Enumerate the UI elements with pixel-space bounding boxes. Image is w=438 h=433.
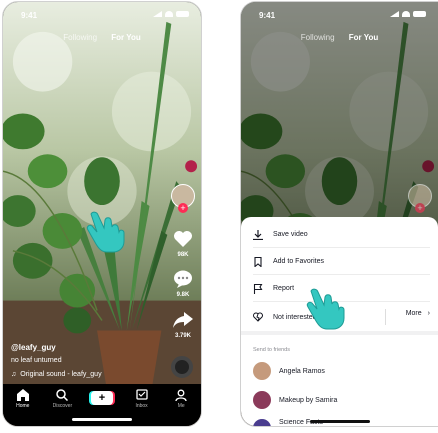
- home-indicator: [309, 420, 370, 423]
- right-phone-screen: 9:41 Following For You + Save video Add …: [240, 1, 438, 427]
- signal-icon: [390, 11, 399, 17]
- flag-icon: [253, 283, 263, 294]
- wifi-icon: [165, 11, 173, 17]
- more-button[interactable]: More ›: [406, 310, 430, 317]
- save-video-row[interactable]: Save video: [253, 222, 430, 248]
- comment-count: 9.8K: [176, 292, 190, 298]
- share-icon: [172, 309, 194, 331]
- nav-inbox[interactable]: Inbox: [125, 389, 159, 409]
- nav-me-label: Me: [177, 403, 185, 409]
- creator-handle[interactable]: @leafy_guy: [11, 343, 56, 352]
- status-time: 9:41: [259, 11, 276, 20]
- chevron-right-icon: ›: [427, 310, 430, 317]
- video-description: no leaf unturned: [11, 357, 62, 364]
- battery-icon: [176, 11, 189, 17]
- save-video-label: Save video: [273, 231, 308, 238]
- creator-avatar: +: [408, 184, 432, 213]
- wifi-icon: [402, 11, 410, 17]
- status-icons: [153, 11, 189, 17]
- nav-me[interactable]: Me: [164, 389, 198, 409]
- nav-home-label: Home: [16, 403, 30, 409]
- battery-icon: [413, 11, 426, 17]
- send-to-friends-label: Send to friends: [253, 347, 290, 353]
- sound-disc[interactable]: [171, 356, 193, 378]
- nav-home[interactable]: Home: [6, 389, 40, 409]
- profile-icon: [164, 389, 198, 401]
- report-label: Report: [273, 285, 295, 292]
- add-to-favorites-row[interactable]: Add to Favorites: [253, 249, 430, 275]
- friend-avatar: [253, 419, 271, 426]
- tab-following[interactable]: Following: [301, 33, 335, 42]
- home-icon: [6, 389, 40, 401]
- bookmark-icon: [254, 256, 262, 267]
- like-count: 98K: [177, 252, 189, 258]
- nav-create[interactable]: +: [85, 389, 119, 405]
- status-time: 9:41: [21, 11, 38, 20]
- status-icons: [390, 11, 426, 17]
- creator-avatar[interactable]: +: [171, 184, 195, 213]
- search-icon: [45, 389, 79, 401]
- follow-plus-icon[interactable]: +: [178, 203, 188, 213]
- home-indicator: [72, 418, 132, 421]
- tab-following[interactable]: Following: [63, 33, 97, 42]
- sound-label: Original sound - leafy_guy: [20, 371, 102, 378]
- comment-icon: [172, 268, 194, 290]
- broken-heart-icon: [253, 312, 263, 322]
- left-phone-screen: 9:41 Following For You + 98K 9.8K 3.79K …: [2, 1, 202, 427]
- friend-name: Angela Ramos: [279, 367, 325, 375]
- download-icon: [253, 229, 263, 240]
- add-to-favorites-label: Add to Favorites: [273, 258, 324, 265]
- nav-discover[interactable]: Discover: [45, 389, 79, 409]
- inbox-icon: [125, 389, 159, 401]
- row-divider: [385, 309, 386, 325]
- create-plus-icon[interactable]: +: [90, 391, 113, 405]
- follow-plus-icon: +: [415, 203, 425, 213]
- tab-for-you[interactable]: For You: [349, 33, 378, 42]
- feed-tabs: Following For You: [241, 33, 438, 42]
- friend-avatar: [253, 391, 271, 409]
- nav-discover-label: Discover: [52, 403, 73, 409]
- hand-pointer-icon: [306, 288, 345, 330]
- section-separator: [241, 331, 438, 335]
- sound-row[interactable]: ♫ Original sound - leafy_guy: [11, 371, 102, 378]
- heart-icon: [172, 228, 194, 250]
- music-note-icon: ♫: [11, 371, 17, 378]
- hand-pointer-icon: [86, 211, 125, 253]
- nav-inbox-label: Inbox: [135, 403, 148, 409]
- tab-for-you[interactable]: For You: [111, 33, 140, 42]
- friend-avatar: [253, 362, 271, 380]
- signal-icon: [153, 11, 162, 17]
- share-count: 3.79K: [174, 333, 191, 339]
- share-button[interactable]: 3.79K: [171, 309, 195, 339]
- comment-button[interactable]: 9.8K: [171, 268, 195, 298]
- friend-name: Makeup by Samira: [279, 396, 338, 404]
- like-button[interactable]: 98K: [171, 228, 195, 258]
- feed-tabs: Following For You: [3, 33, 201, 42]
- more-label: More: [405, 310, 422, 317]
- friend-item[interactable]: Makeup by Samira: [253, 391, 337, 409]
- friend-item[interactable]: Angela Ramos: [253, 362, 325, 380]
